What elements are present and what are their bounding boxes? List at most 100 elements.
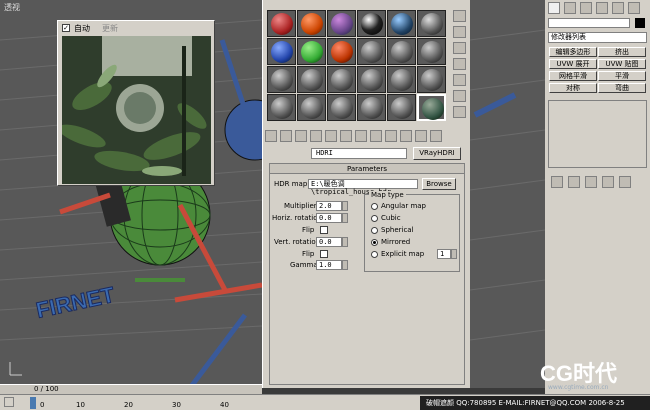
- mirrored-label: Mirrored: [381, 238, 411, 246]
- vert-rotation-field[interactable]: 0.0: [316, 237, 342, 247]
- put-to-scene-icon[interactable]: [280, 130, 292, 142]
- time-slider-thumb[interactable]: [30, 397, 36, 409]
- hierarchy-tab-icon[interactable]: [580, 2, 592, 14]
- object-color-swatch[interactable]: [635, 18, 645, 28]
- go-to-parent-icon[interactable]: [415, 130, 427, 142]
- material-slot[interactable]: [417, 10, 446, 37]
- rollout-title[interactable]: Parameters: [270, 164, 464, 174]
- material-id-icon[interactable]: [370, 130, 382, 142]
- modify-tab-icon[interactable]: [564, 2, 576, 14]
- mirrored-radio[interactable]: [371, 239, 378, 246]
- show-end-result-icon[interactable]: [400, 130, 412, 142]
- sample-type-icon[interactable]: [453, 10, 466, 22]
- material-slot[interactable]: [357, 38, 386, 65]
- utilities-tab-icon[interactable]: [628, 2, 640, 14]
- gamma-field[interactable]: 1.0: [316, 260, 342, 270]
- spherical-radio[interactable]: [371, 227, 378, 234]
- material-type-button[interactable]: VRayHDRI: [413, 147, 461, 160]
- display-tab-icon[interactable]: [612, 2, 624, 14]
- explicit-channel-field[interactable]: 1: [437, 249, 451, 259]
- spherical-label: Spherical: [381, 226, 414, 234]
- gamma-spinner[interactable]: [342, 260, 348, 270]
- horiz-rotation-field[interactable]: 0.0: [316, 213, 342, 223]
- autofit-checkbox[interactable]: ✓: [62, 24, 70, 32]
- modifier-stack[interactable]: [548, 100, 647, 168]
- meshsmooth-button[interactable]: 网格平滑: [549, 71, 597, 81]
- multiplier-spinner[interactable]: [342, 201, 348, 211]
- material-slot[interactable]: [387, 94, 416, 121]
- material-slot[interactable]: [357, 10, 386, 37]
- material-name-field[interactable]: HDRI: [311, 148, 407, 159]
- show-map-icon[interactable]: [385, 130, 397, 142]
- object-name-field[interactable]: [548, 18, 630, 28]
- modifier-list-dropdown[interactable]: 修改器列表: [548, 32, 647, 43]
- extrude-button[interactable]: 挤出: [598, 47, 646, 57]
- hdri-preview-window[interactable]: ✓ 自动 更新: [57, 20, 215, 186]
- material-slot[interactable]: [357, 94, 386, 121]
- secondary-viewport[interactable]: [469, 0, 546, 388]
- material-slot[interactable]: [267, 38, 296, 65]
- material-slot[interactable]: [297, 10, 326, 37]
- browse-button[interactable]: Browse: [422, 178, 456, 190]
- get-material-icon[interactable]: [265, 130, 277, 142]
- copy-material-icon[interactable]: [325, 130, 337, 142]
- time-slider[interactable]: 0 / 100: [0, 384, 262, 394]
- backlight-icon[interactable]: [453, 26, 466, 38]
- explicit-channel-spinner[interactable]: [451, 249, 457, 259]
- ruler-tick: 0: [40, 401, 45, 409]
- options-icon[interactable]: [453, 106, 466, 118]
- explicit-map-radio[interactable]: [371, 251, 378, 258]
- go-forward-icon[interactable]: [430, 130, 442, 142]
- uv-tiling-icon[interactable]: [453, 58, 466, 70]
- uvw-unwrap-button[interactable]: UVW 展开: [549, 59, 597, 69]
- background-icon[interactable]: [453, 42, 466, 54]
- make-unique-icon[interactable]: [340, 130, 352, 142]
- reset-map-icon[interactable]: [310, 130, 322, 142]
- edit-poly-button[interactable]: 编辑多边形: [549, 47, 597, 57]
- uvw-map-button[interactable]: UVW 贴图: [598, 59, 646, 69]
- refresh-button[interactable]: 更新: [102, 23, 118, 34]
- material-slot[interactable]: [267, 94, 296, 121]
- material-slot[interactable]: [297, 66, 326, 93]
- material-slot[interactable]: [297, 94, 326, 121]
- angular-map-radio[interactable]: [371, 203, 378, 210]
- material-slot[interactable]: [417, 66, 446, 93]
- flip-vert-checkbox[interactable]: [320, 250, 328, 258]
- hdr-map-path-field[interactable]: E:\暖色调\tropical_house.hdr: [308, 179, 418, 196]
- material-slot[interactable]: [357, 66, 386, 93]
- configure-sets-icon[interactable]: [619, 176, 631, 188]
- horiz-rotation-spinner[interactable]: [342, 213, 348, 223]
- cubic-radio[interactable]: [371, 215, 378, 222]
- put-to-library-icon[interactable]: [355, 130, 367, 142]
- flip-horiz-checkbox[interactable]: [320, 226, 328, 234]
- assign-to-selection-icon[interactable]: [295, 130, 307, 142]
- material-slot[interactable]: [297, 38, 326, 65]
- symmetry-button[interactable]: 对称: [549, 83, 597, 93]
- create-tab-icon[interactable]: [548, 2, 560, 14]
- show-end-result-icon[interactable]: [568, 176, 580, 188]
- motion-tab-icon[interactable]: [596, 2, 608, 14]
- material-slot[interactable]: [327, 10, 356, 37]
- make-unique-icon[interactable]: [585, 176, 597, 188]
- vert-rotation-spinner[interactable]: [342, 237, 348, 247]
- viewport-label[interactable]: 透视: [4, 2, 20, 13]
- material-slot[interactable]: [387, 10, 416, 37]
- video-check-icon[interactable]: [453, 74, 466, 86]
- material-slot[interactable]: [267, 10, 296, 37]
- remove-modifier-icon[interactable]: [602, 176, 614, 188]
- material-slot[interactable]: [417, 38, 446, 65]
- smooth-button[interactable]: 平滑: [598, 71, 646, 81]
- material-slot[interactable]: [327, 38, 356, 65]
- material-slot[interactable]: [327, 94, 356, 121]
- material-slot-active[interactable]: [417, 94, 446, 121]
- pin-stack-icon[interactable]: [551, 176, 563, 188]
- bend-button[interactable]: 弯曲: [598, 83, 646, 93]
- material-slot[interactable]: [387, 38, 416, 65]
- perspective-viewport[interactable]: FIRNET 透视 ✓ 自动 更新: [0, 0, 262, 388]
- timeline-toggle-icon[interactable]: [4, 397, 14, 407]
- make-preview-icon[interactable]: [453, 90, 466, 102]
- material-slot[interactable]: [327, 66, 356, 93]
- material-slot[interactable]: [387, 66, 416, 93]
- multiplier-field[interactable]: 2.0: [316, 201, 342, 211]
- material-slot[interactable]: [267, 66, 296, 93]
